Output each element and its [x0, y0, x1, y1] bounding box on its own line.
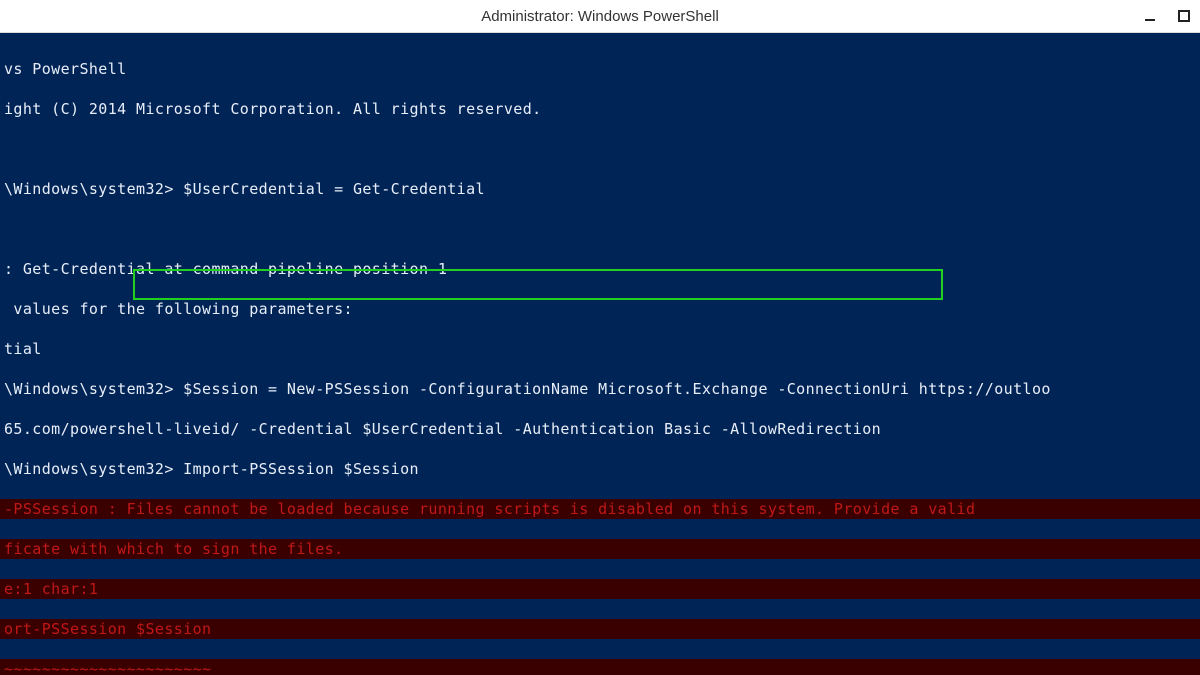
- maximize-icon: [1177, 9, 1191, 23]
- prompt-line: \Windows\system32> $Session = New-PSSess…: [0, 379, 1200, 399]
- error-highlighted-text: Files cannot be loaded because running s…: [127, 500, 825, 518]
- maximize-button[interactable]: [1174, 6, 1194, 26]
- powershell-window: Administrator: Windows PowerShell vs Pow…: [0, 0, 1200, 675]
- terminal-output[interactable]: vs PowerShell ight (C) 2014 Microsoft Co…: [0, 33, 1200, 675]
- minimize-icon: [1143, 9, 1157, 23]
- terminal-line: [0, 139, 1200, 159]
- titlebar: Administrator: Windows PowerShell: [0, 0, 1200, 33]
- terminal-line: [0, 219, 1200, 239]
- error-line: ficate with which to sign the files.: [0, 539, 1200, 559]
- error-text: -PSSession :: [4, 500, 127, 518]
- window-controls: [1140, 0, 1194, 32]
- terminal-line: values for the following parameters:: [0, 299, 1200, 319]
- terminal-line: tial: [0, 339, 1200, 359]
- terminal-line: vs PowerShell: [0, 59, 1200, 79]
- terminal-line: ight (C) 2014 Microsoft Corporation. All…: [0, 99, 1200, 119]
- window-title: Administrator: Windows PowerShell: [481, 8, 719, 25]
- minimize-button[interactable]: [1140, 6, 1160, 26]
- error-line: ort-PSSession $Session: [0, 619, 1200, 639]
- error-line: e:1 char:1: [0, 579, 1200, 599]
- error-line: -PSSession : Files cannot be loaded beca…: [0, 499, 1200, 519]
- error-text: Provide a valid: [825, 500, 976, 518]
- prompt-line: \Windows\system32> $UserCredential = Get…: [0, 179, 1200, 199]
- error-line: ~~~~~~~~~~~~~~~~~~~~~~: [0, 659, 1200, 675]
- terminal-line: 65.com/powershell-liveid/ -Credential $U…: [0, 419, 1200, 439]
- terminal-line: : Get-Credential at command pipeline pos…: [0, 259, 1200, 279]
- prompt-line: \Windows\system32> Import-PSSession $Ses…: [0, 459, 1200, 479]
